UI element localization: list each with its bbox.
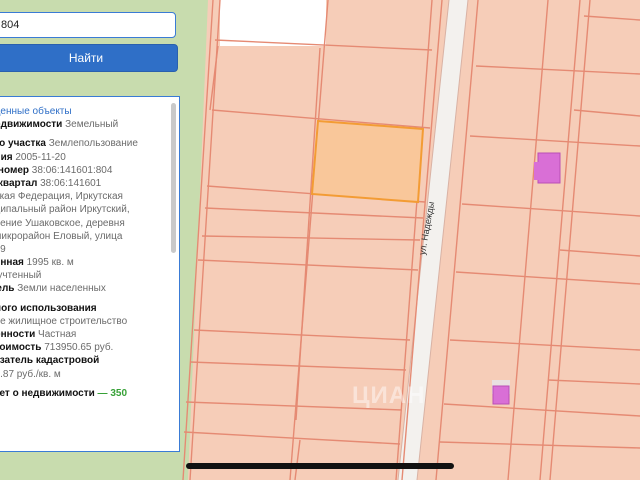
result-field-value: еление Ушаковское, деревня xyxy=(0,217,125,229)
result-field-value: Земли населенных xyxy=(14,283,106,295)
result-line: й номер 38:06:141601:804 xyxy=(0,164,163,177)
result-line: , микрорайон Еловый, улица xyxy=(0,230,163,243)
result-line: 57.87 руб./кв. м xyxy=(0,368,163,381)
result-field-label: ченная xyxy=(0,257,24,269)
result-count-link[interactable]: — 350 xyxy=(95,388,127,399)
result-field-label: й номер xyxy=(0,164,30,176)
results-scrollbar[interactable] xyxy=(171,103,176,253)
result-line: ное жилищное строительство xyxy=(0,315,163,328)
find-button[interactable]: Найти xyxy=(0,44,178,72)
result-line: ого участка Землепользование xyxy=(0,137,163,150)
result-field-value: 2005-11-20 xyxy=(12,151,66,163)
result-field-label: недвижимости xyxy=(0,119,63,131)
result-line: нного использования xyxy=(0,302,163,315)
result-field-value: , микрорайон Еловый, улица xyxy=(0,230,123,242)
results-header[interactable]: йденные объекты xyxy=(0,105,163,118)
results-panel[interactable]: йденные объекты недвижимости Земельный ог… xyxy=(0,96,180,452)
result-field-value: Земельный xyxy=(62,119,119,131)
result-line: венности Частная xyxy=(0,328,163,341)
result-line: казатель кадастровой xyxy=(0,354,163,367)
result-line: тает о недвижимости — 350 xyxy=(0,387,163,400)
building-2 xyxy=(534,162,542,180)
result-field-value: . 39 xyxy=(0,243,6,255)
results-content: йденные объекты недвижимости Земельный ог… xyxy=(0,105,169,400)
result-field-label: казатель кадастровой xyxy=(0,355,100,367)
result-field-value: 1995 кв. м xyxy=(23,257,74,269)
result-field-label: тает о недвижимости xyxy=(0,387,95,399)
result-line: . 39 xyxy=(0,243,163,256)
result-field-label: ения xyxy=(0,151,13,163)
result-field-label: нного использования xyxy=(0,302,97,314)
result-field-label: мель xyxy=(0,283,15,295)
result-field-value: Частная xyxy=(35,329,77,340)
home-indicator[interactable] xyxy=(186,463,454,469)
result-line: ченная 1995 кв. м xyxy=(0,256,163,269)
result-field-value: ное жилищное строительство xyxy=(0,315,128,327)
result-line: йская Федерация, Иркутская xyxy=(0,190,163,203)
result-field-value: Землепользование xyxy=(45,138,138,150)
result-line: стоимость 713950.65 руб. xyxy=(0,341,163,354)
result-field-value: йская Федерация, Иркутская xyxy=(0,191,123,203)
result-field-label: й квартал xyxy=(0,177,38,189)
result-line: мель Земли населенных xyxy=(0,282,163,295)
result-field-value: иципальный район Иркутский, xyxy=(0,204,130,216)
result-field-label: стоимость xyxy=(0,342,42,354)
search-input[interactable] xyxy=(0,12,176,38)
result-field-label: ого участка xyxy=(0,138,46,150)
result-line: еление Ушаковское, деревня xyxy=(0,217,163,230)
result-field-value: 713950.65 руб. xyxy=(41,342,114,354)
result-line: ения 2005-11-20 xyxy=(0,151,163,164)
selected-parcel xyxy=(310,119,425,204)
result-field-label: венности xyxy=(0,329,36,340)
result-field-value: 57.87 руб./кв. м xyxy=(0,368,61,380)
watermark: ЦИАН xyxy=(352,382,426,409)
result-line: иципальный район Иркутский, xyxy=(0,203,163,216)
result-field-value: 38:06:141601 xyxy=(37,177,102,189)
result-line: й квартал 38:06:141601 xyxy=(0,177,163,190)
unmapped-area xyxy=(220,0,326,46)
building-3 xyxy=(492,385,510,405)
result-field-value: е учтенный xyxy=(0,270,42,282)
result-line: недвижимости Земельный xyxy=(0,118,163,131)
result-line: е учтенный xyxy=(0,269,163,282)
result-field-value: 38:06:141601:804 xyxy=(29,164,113,176)
